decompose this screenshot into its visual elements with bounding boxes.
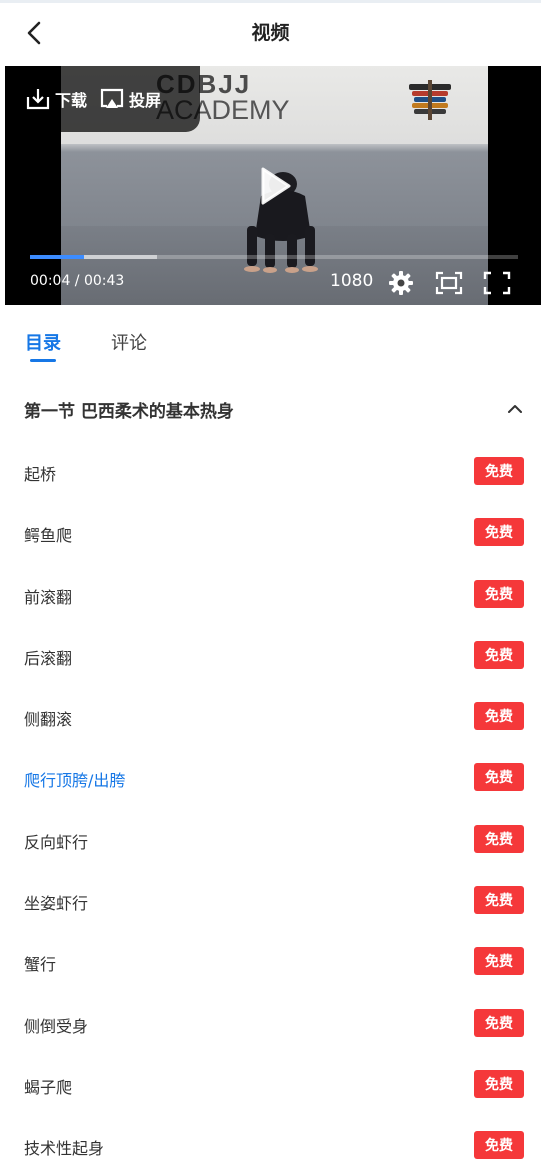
lesson-title: 蟹行 [24, 955, 57, 975]
lesson-item[interactable]: 侧倒受身 免费 [0, 993, 541, 1054]
lesson-item[interactable]: 技术性起身 免费 [0, 1115, 541, 1166]
lesson-item[interactable]: 爬行顶胯/出胯 免费 [0, 747, 541, 808]
free-badge: 免费 [474, 518, 524, 547]
lesson-title: 起桥 [24, 465, 57, 484]
lesson-title: 鳄鱼爬 [24, 526, 73, 546]
lesson-title: 后滚翻 [24, 648, 73, 668]
app-root: 视频 CDBJJ ACADEMY 下载 投屏 00:04 / 00:43 108… [0, 0, 541, 1166]
free-badge: 免费 [474, 824, 524, 853]
lesson-list: 起桥 免费 鳄鱼爬 免费 前滚翻 免费 后滚翻 免费 侧翻滚 免费 爬行顶胯/出胯 免费 反向虾行 免费坐… [0, 441, 541, 1166]
picture-in-picture-button[interactable] [435, 269, 463, 297]
lesson-title: 反向虾行 [24, 832, 89, 852]
chevron-up-icon [508, 405, 522, 413]
screen-fit-icon [435, 271, 463, 295]
fullscreen-icon [483, 271, 511, 295]
lesson-item[interactable]: 反向虾行 免费 [0, 809, 541, 870]
top-bar: 视频 [0, 3, 541, 63]
free-badge: 免费 [474, 457, 524, 485]
lesson-item[interactable]: 蟹行 免费 [0, 931, 541, 992]
player-top-controls: 下载 投屏 [5, 66, 200, 132]
chapter-header[interactable]: 第一节 巴西柔术的基本热身 [0, 383, 541, 435]
free-badge: 免费 [474, 886, 524, 915]
lesson-title: 蝎子爬 [24, 1077, 73, 1097]
free-badge: 免费 [474, 579, 524, 608]
quality-selector[interactable]: 1080 [330, 271, 373, 291]
lesson-item[interactable]: 蝎子爬 免费 [0, 1054, 541, 1115]
settings-button[interactable] [387, 269, 415, 297]
free-badge: 免费 [474, 947, 524, 976]
download-label: 下载 [55, 91, 88, 110]
tab-bar: 目录 评论 [0, 305, 541, 367]
chevron-left-icon [27, 21, 41, 45]
play-icon[interactable] [255, 166, 295, 206]
fullscreen-button[interactable] [483, 269, 511, 297]
free-badge: 免费 [474, 763, 524, 792]
cast-icon [100, 88, 124, 108]
page-title: 视频 [251, 22, 290, 44]
gear-icon [389, 271, 413, 295]
tab-catalog[interactable]: 目录 [25, 329, 61, 355]
lesson-item[interactable]: 坐姿虾行 免费 [0, 870, 541, 931]
free-badge: 免费 [474, 702, 524, 731]
lesson-title: 坐姿虾行 [24, 894, 89, 914]
lesson-item[interactable]: 前滚翻 免费 [0, 564, 541, 625]
lesson-item[interactable]: 侧翻滚 免费 [0, 686, 541, 747]
lesson-title: 前滚翻 [24, 587, 73, 607]
free-badge: 免费 [474, 1069, 524, 1098]
lesson-title: 侧倒受身 [24, 1016, 89, 1036]
free-badge: 免费 [474, 640, 524, 669]
chapter-title: 第一节 巴西柔术的基本热身 [24, 402, 234, 422]
lesson-item[interactable]: 鳄鱼爬 免费 [0, 502, 541, 563]
cast-label: 投屏 [129, 91, 162, 110]
lesson-title: 爬行顶胯/出胯 [24, 771, 126, 791]
progress-played [30, 255, 84, 259]
cast-button[interactable]: 投屏 [99, 87, 161, 111]
lesson-title: 侧翻滚 [24, 710, 73, 730]
progress-bar[interactable] [30, 255, 518, 259]
free-badge: 免费 [474, 1131, 524, 1160]
lesson-item[interactable]: 后滚翻 免费 [0, 625, 541, 686]
download-icon [26, 89, 50, 110]
lesson-title: 技术性起身 [24, 1139, 105, 1159]
back-button[interactable] [20, 17, 48, 49]
download-button[interactable]: 下载 [25, 87, 87, 111]
tab-comments[interactable]: 评论 [111, 329, 147, 355]
tab-active-indicator [30, 359, 56, 362]
lesson-item[interactable]: 起桥 免费 [0, 441, 541, 502]
time-display: 00:04 / 00:43 [30, 273, 125, 289]
weapon-rack-image [409, 80, 451, 120]
free-badge: 免费 [474, 1008, 524, 1037]
